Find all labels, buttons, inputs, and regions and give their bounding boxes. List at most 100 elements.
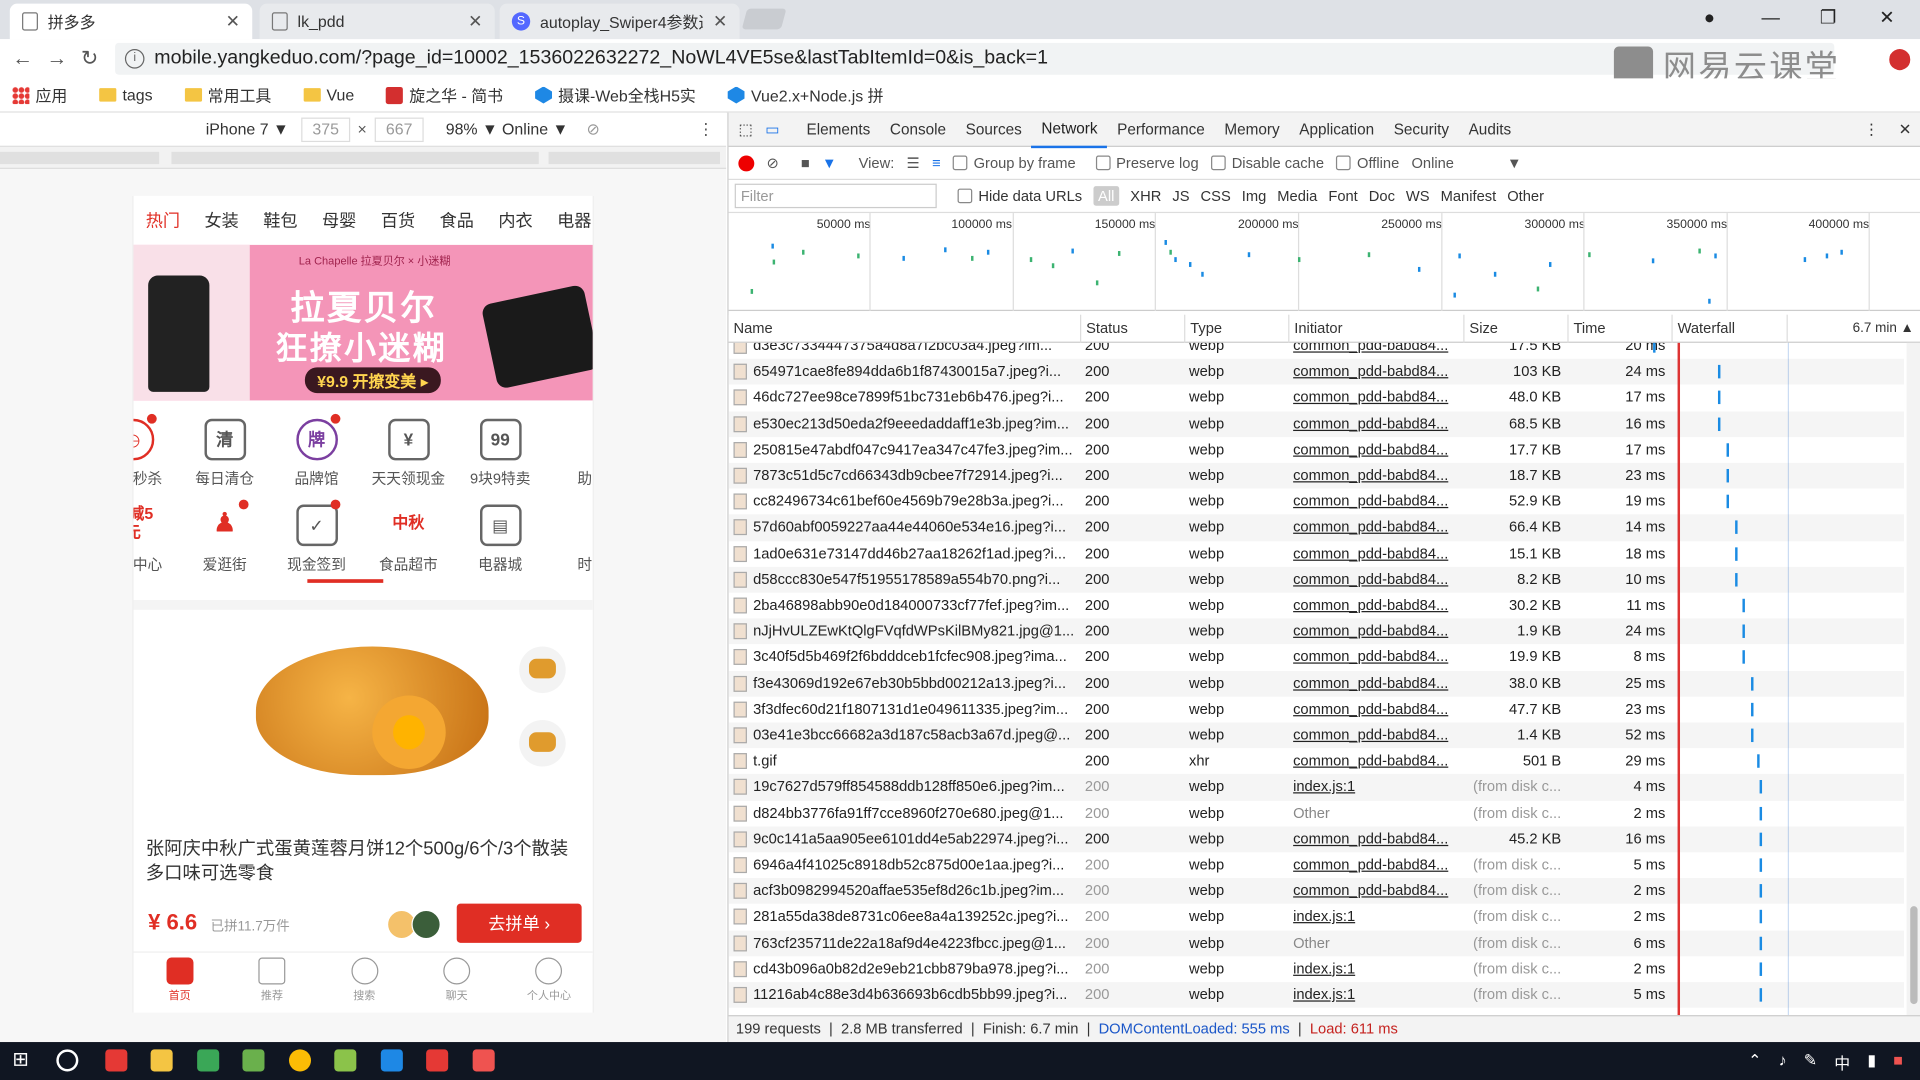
- type-filter-manifest[interactable]: Manifest: [1441, 187, 1497, 204]
- bookmark-vue[interactable]: Vue: [303, 86, 354, 104]
- tray-app-icon[interactable]: ■: [1893, 1051, 1903, 1074]
- request-row[interactable]: f3e43069d192e67eb30b5bbd00212a13.jpeg?i.…: [728, 670, 1905, 697]
- recorder-app-icon[interactable]: [472, 1049, 495, 1072]
- initiator-link[interactable]: common_pdd-babd84...: [1293, 463, 1458, 489]
- col-waterfall-sort[interactable]: 6.7 min ▲: [1786, 314, 1920, 343]
- col-size[interactable]: Size: [1463, 314, 1567, 343]
- explorer-app-icon[interactable]: [150, 1049, 173, 1072]
- device-width-input[interactable]: 375: [301, 117, 351, 143]
- list-view-icon[interactable]: ☰: [907, 154, 920, 171]
- shortcut-brand[interactable]: 牌品牌馆: [271, 413, 363, 500]
- initiator-link[interactable]: common_pdd-babd84...: [1293, 515, 1458, 541]
- initiator-link[interactable]: common_pdd-babd84...: [1293, 385, 1458, 411]
- devtools-menu-icon[interactable]: ⋮: [1854, 112, 1889, 146]
- group-buy-button[interactable]: 去拼单 ›: [456, 903, 582, 943]
- type-filter-js[interactable]: JS: [1172, 187, 1189, 204]
- thumbnail-image[interactable]: [519, 720, 566, 767]
- new-tab-button[interactable]: [741, 8, 787, 30]
- product-card[interactable]: 张阿庆中秋广式蛋黄莲蓉月饼12个500g/6个/3个散装多口味可选零食 ¥ 6.…: [133, 600, 593, 956]
- offline-checkbox[interactable]: Offline: [1336, 154, 1399, 171]
- initiator-link[interactable]: common_pdd-babd84...: [1293, 748, 1458, 774]
- initiator-link[interactable]: index.js:1: [1293, 774, 1458, 800]
- type-filter-font[interactable]: Font: [1328, 187, 1357, 204]
- record-icon[interactable]: [738, 154, 755, 171]
- device-toggle-icon[interactable]: ▭: [760, 112, 797, 146]
- xmind2-app-icon[interactable]: [426, 1049, 449, 1072]
- nav-search[interactable]: 搜索: [318, 953, 410, 1013]
- initiator-link[interactable]: index.js:1: [1293, 956, 1458, 982]
- filter-icon[interactable]: ▼: [822, 154, 837, 171]
- more-options-icon[interactable]: ⋮: [698, 120, 714, 140]
- request-row[interactable]: cd43b096a0b82d2e9eb21cbb879ba978.jpeg?i.…: [729, 956, 1905, 982]
- initiator-link[interactable]: common_pdd-babd84...: [1293, 343, 1458, 359]
- initiator-link[interactable]: common_pdd-babd84...: [1293, 593, 1458, 619]
- category-tab[interactable]: 食品: [427, 196, 486, 245]
- thumbnail-image[interactable]: [519, 646, 566, 694]
- initiator-link[interactable]: common_pdd-babd84...: [1293, 878, 1458, 904]
- url-field[interactable]: i mobile.yangkeduo.com/?page_id=10002_15…: [115, 42, 1835, 75]
- shortcut-checkin[interactable]: ✓ 现金签到: [271, 499, 363, 586]
- initiator-link[interactable]: common_pdd-babd84...: [1293, 619, 1458, 645]
- devtools-close-icon[interactable]: ✕: [1889, 112, 1920, 146]
- category-tab[interactable]: 百货: [369, 196, 428, 245]
- browser-tab-swiper[interactable]: S autoplay_Swiper4参数选项 ✕: [499, 3, 740, 40]
- profile-icon[interactable]: ●: [1685, 5, 1734, 32]
- shortcut-food[interactable]: 中秋 食品超市: [362, 500, 454, 586]
- initiator-link[interactable]: common_pdd-babd84...: [1293, 696, 1458, 722]
- request-row[interactable]: d824bb3776fa91ff7cce8960f270e680.jpeg@1.…: [729, 800, 1905, 826]
- shortcut-appliance[interactable]: ▤ 电器城: [454, 500, 546, 586]
- request-row[interactable]: acf3b0982994520affae535ef8d26c1b.jpeg?im…: [728, 878, 1905, 905]
- request-row[interactable]: 3c40f5d5b469f2f6bdddceb1fcfec908.jpeg?im…: [729, 645, 1905, 671]
- shortcut-value[interactable]: 立减5元超值中心: [133, 500, 178, 586]
- request-row[interactable]: t.gif 200 xhr common_pdd-babd84... 501 B 29 m…: [729, 748, 1905, 774]
- category-tab[interactable]: 内衣: [486, 196, 545, 245]
- initiator-link[interactable]: common_pdd-babd84...: [1293, 359, 1458, 385]
- request-row[interactable]: cc82496734c61bef60e4569b79e28b3a.jpeg?i.…: [729, 489, 1905, 515]
- ime-indicator[interactable]: 中: [1834, 1051, 1850, 1074]
- request-row[interactable]: 19c7627d579ff854588ddb128ff850e6.jpeg?im…: [728, 774, 1905, 801]
- col-name[interactable]: Name: [729, 315, 1080, 343]
- close-tab-icon[interactable]: ✕: [713, 11, 727, 32]
- browser-tab-lk-pdd[interactable]: lk_pdd ✕: [259, 3, 495, 40]
- request-row[interactable]: 6946a4f41025c8918db52c875d00e1aa.jpeg?i.…: [729, 852, 1905, 878]
- close-tab-icon[interactable]: ✕: [226, 11, 240, 32]
- bookmark-mooc[interactable]: 摄课-Web全栈H5实: [534, 83, 696, 106]
- request-row[interactable]: d3e3c7334447375a4d8a7f2bc03a4.jpeg?im...…: [729, 342, 1905, 359]
- waterfall-view-icon[interactable]: ≡: [932, 154, 941, 171]
- network-tray-icon[interactable]: ▮: [1867, 1051, 1876, 1074]
- type-filter-img[interactable]: Img: [1242, 187, 1267, 204]
- editor-app-icon[interactable]: [242, 1049, 265, 1072]
- request-row[interactable]: d58ccc830e547f51955178589a554b70.png?i..…: [728, 566, 1905, 593]
- type-filter-media[interactable]: Media: [1277, 187, 1317, 204]
- col-type[interactable]: Type: [1184, 314, 1288, 343]
- tab-network[interactable]: Network: [1031, 111, 1108, 148]
- shortcut-clearance[interactable]: 清每日清仓: [179, 414, 271, 500]
- bookmark-tools[interactable]: 常用工具: [184, 83, 271, 106]
- network-overview[interactable]: 50000 ms 100000 ms 150000 ms 200000 ms 2…: [728, 213, 1920, 312]
- initiator-link[interactable]: common_pdd-babd84...: [1293, 722, 1458, 748]
- tab-memory[interactable]: Memory: [1215, 112, 1290, 146]
- initiator-link[interactable]: common_pdd-babd84...: [1293, 541, 1458, 567]
- initiator-link[interactable]: common_pdd-babd84...: [1293, 437, 1458, 463]
- close-window-button[interactable]: ✕: [1862, 5, 1911, 32]
- back-arrow-icon[interactable]: ←: [12, 47, 33, 71]
- tab-performance[interactable]: Performance: [1107, 112, 1214, 146]
- request-row[interactable]: 654971cae8fe894dda6b1f87430015a7.jpeg?i.…: [728, 359, 1905, 385]
- request-row[interactable]: 7873c51d5c7cd66343db9cbee7f72914.jpeg?i.…: [728, 462, 1905, 489]
- bookmark-jianshu[interactable]: 旋之华 - 简书: [386, 83, 503, 106]
- type-filter-doc[interactable]: Doc: [1369, 187, 1395, 204]
- zoom-select[interactable]: 98% ▼: [446, 120, 498, 138]
- pen-icon[interactable]: ✎: [1804, 1051, 1817, 1074]
- request-row[interactable]: 9c0c141a5aa905ee6101dd4e5ab22974.jpeg?i.…: [728, 826, 1905, 853]
- category-tab[interactable]: 母婴: [310, 196, 369, 245]
- filter-input[interactable]: Filter: [734, 183, 937, 209]
- type-filter-css[interactable]: CSS: [1201, 187, 1231, 204]
- shortcut-99[interactable]: 99 9块9特卖: [454, 414, 546, 500]
- type-filter-all[interactable]: All: [1093, 186, 1120, 206]
- initiator-link[interactable]: index.js:1: [1293, 982, 1458, 1008]
- extension-icon[interactable]: ⬤: [1888, 47, 1911, 71]
- bookmark-tags[interactable]: tags: [99, 86, 153, 104]
- col-status[interactable]: Status: [1080, 314, 1184, 343]
- disable-cache-checkbox[interactable]: Disable cache: [1210, 154, 1324, 171]
- notes-app-icon[interactable]: [334, 1049, 357, 1072]
